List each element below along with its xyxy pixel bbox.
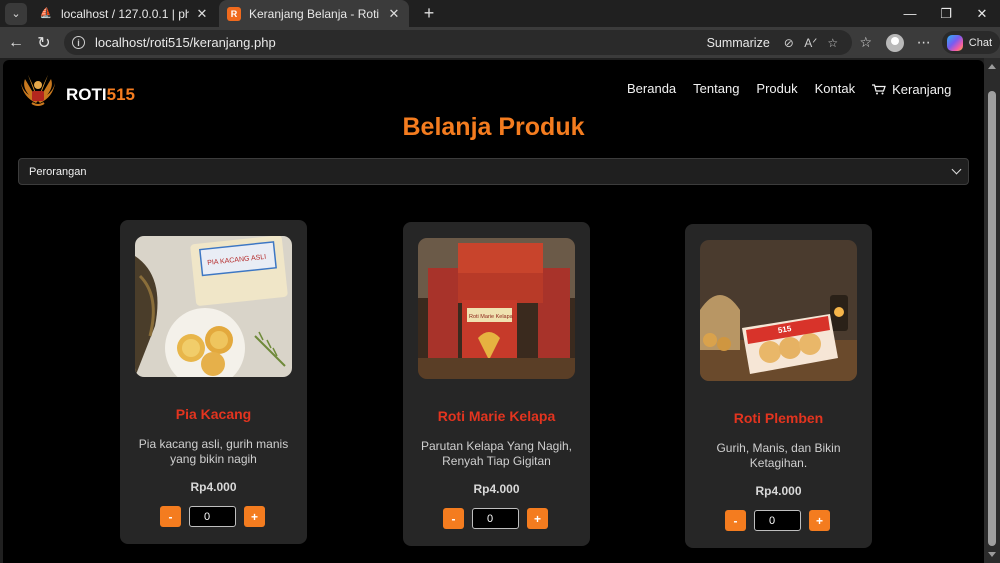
product-description: Pia kacang asli, gurih manis yang bikin … xyxy=(138,437,289,466)
copilot-chat-button[interactable]: Chat xyxy=(941,31,1000,54)
product-name: Roti Plemben xyxy=(733,410,824,426)
product-name: Pia Kacang xyxy=(175,406,252,422)
back-arrow-icon[interactable]: ← xyxy=(2,34,30,52)
pia-kacang-image: PIA KACANG ASLI xyxy=(135,236,292,377)
page-viewport: ROTI515 Beranda Tentang Produk Kontak Ke… xyxy=(0,58,1000,563)
page-title: Belanja Produk xyxy=(402,113,585,141)
scroll-down-arrow-icon[interactable] xyxy=(988,552,996,557)
refresh-icon[interactable]: ↻ xyxy=(30,33,58,53)
tab-close-icon[interactable]: ✕ xyxy=(387,6,401,22)
roti-plemben-image: 515 xyxy=(700,240,857,381)
browser-toolbar: ← ↻ i localhost/roti515/keranjang.php Su… xyxy=(0,27,1000,58)
quantity-stepper: - 0 + xyxy=(725,510,830,531)
product-photo: PIA KACANG ASLI xyxy=(135,236,292,377)
cart-label: Keranjang xyxy=(892,82,952,97)
product-price: Rp4.000 xyxy=(473,482,520,496)
scroll-up-arrow-icon[interactable] xyxy=(988,64,996,69)
nav-produk[interactable]: Produk xyxy=(756,81,797,96)
site-info-icon[interactable]: i xyxy=(72,36,85,49)
package-label: Roti Marie Kelapa xyxy=(469,314,514,320)
new-tab-plus-icon[interactable]: + xyxy=(419,3,439,24)
url-text[interactable]: localhost/roti515/keranjang.php xyxy=(95,35,707,50)
browser-tab-bar: ⌄ ⛵ localhost / 127.0.0.1 | phpMyAdmi ✕ … xyxy=(0,0,1000,27)
tab-phpmyadmin[interactable]: ⛵ localhost / 127.0.0.1 | phpMyAdmi ✕ xyxy=(31,0,217,27)
quantity-input[interactable]: 0 xyxy=(754,510,801,531)
web-page: ROTI515 Beranda Tentang Produk Kontak Ke… xyxy=(3,60,984,563)
site-navigation: Beranda Tentang Produk Kontak Keranjang xyxy=(627,79,951,98)
nav-keranjang[interactable]: Keranjang xyxy=(872,82,951,97)
decrease-quantity-button[interactable]: - xyxy=(725,510,746,531)
window-controls: — ❐ ✕ xyxy=(892,0,1000,27)
increase-quantity-button[interactable]: + xyxy=(244,506,265,527)
site-logo[interactable]: ROTI515 xyxy=(19,71,135,107)
tab-title: localhost / 127.0.0.1 | phpMyAdmi xyxy=(61,6,189,21)
more-menu-icon[interactable]: ⋯ xyxy=(910,34,938,51)
close-window-icon[interactable]: ✕ xyxy=(964,0,1000,27)
decrease-quantity-button[interactable]: - xyxy=(443,508,464,529)
profile-avatar[interactable] xyxy=(885,33,904,52)
brand-accent: 515 xyxy=(106,85,135,104)
product-price: Rp4.000 xyxy=(190,480,237,494)
shopping-cart-icon xyxy=(872,84,886,95)
summarize-button[interactable]: Summarize xyxy=(707,36,770,50)
product-card-roti-plemben: 515 Roti Plemben Gurih, Manis, dan Bikin… xyxy=(685,224,872,548)
garuda-emblem-icon xyxy=(21,75,55,106)
nav-tentang[interactable]: Tentang xyxy=(693,81,739,96)
phpmyadmin-favicon-icon: ⛵ xyxy=(39,8,53,19)
quantity-input[interactable]: 0 xyxy=(189,506,236,527)
favorite-star-icon[interactable]: ☆ xyxy=(822,36,844,50)
tab-title: Keranjang Belanja - Roti 515 xyxy=(249,6,381,21)
favorites-list-icon[interactable]: ☆ xyxy=(852,34,880,51)
extension-icon[interactable]: ⊘ xyxy=(778,36,800,50)
product-description: Parutan Kelapa Yang Nagih, Renyah Tiap G… xyxy=(420,439,572,468)
increase-quantity-button[interactable]: + xyxy=(809,510,830,531)
page-scrollbar[interactable] xyxy=(984,58,1000,563)
restore-icon[interactable]: ❐ xyxy=(928,0,964,27)
address-bar[interactable]: i localhost/roti515/keranjang.php Summar… xyxy=(64,30,852,55)
brand-name: ROTI515 xyxy=(66,85,135,105)
product-description: Gurih, Manis, dan Bikin Ketagihan. xyxy=(716,441,841,470)
nav-beranda[interactable]: Beranda xyxy=(627,81,676,96)
select-value: Perorangan xyxy=(29,165,87,178)
tab-actions-chevron-icon[interactable]: ⌄ xyxy=(5,2,27,25)
tab-close-icon[interactable]: ✕ xyxy=(195,6,209,22)
quantity-stepper: - 0 + xyxy=(443,508,548,529)
copilot-icon xyxy=(946,34,963,51)
brand-main: ROTI xyxy=(66,85,107,104)
quantity-stepper: - 0 + xyxy=(160,506,265,527)
roti-marie-kelapa-image: Roti Marie Kelapa xyxy=(418,238,575,379)
read-aloud-icon[interactable]: Aᐟ xyxy=(800,36,822,50)
product-card-pia-kacang: PIA KACANG ASLI Pia Kacang Pia kacang as… xyxy=(120,220,307,544)
minimize-icon[interactable]: — xyxy=(892,0,928,27)
chevron-down-icon xyxy=(951,164,962,175)
chat-label: Chat xyxy=(968,36,993,49)
roti-favicon-icon: R xyxy=(227,6,241,21)
product-card-roti-marie-kelapa: Roti Marie Kelapa Roti Marie Kelapa Paru… xyxy=(403,222,590,546)
tab-keranjang[interactable]: R Keranjang Belanja - Roti 515 ✕ xyxy=(219,0,409,27)
customer-type-select[interactable]: Perorangan xyxy=(18,158,969,185)
product-name: Roti Marie Kelapa xyxy=(437,408,556,424)
nav-kontak[interactable]: Kontak xyxy=(815,81,855,96)
increase-quantity-button[interactable]: + xyxy=(527,508,548,529)
product-photo: Roti Marie Kelapa xyxy=(418,238,575,379)
scrollbar-thumb[interactable] xyxy=(988,91,996,546)
product-price: Rp4.000 xyxy=(755,484,802,498)
decrease-quantity-button[interactable]: - xyxy=(160,506,181,527)
product-photo: 515 xyxy=(700,240,857,381)
quantity-input[interactable]: 0 xyxy=(472,508,519,529)
